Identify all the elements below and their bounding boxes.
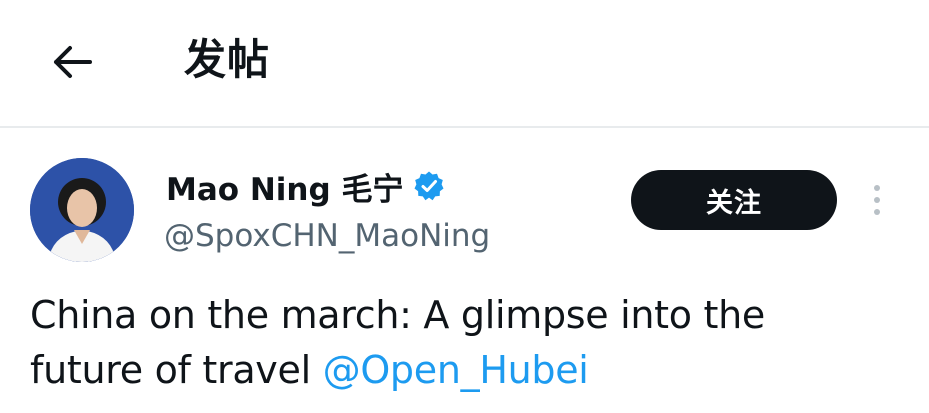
- author-handle[interactable]: @SpoxCHN_MaoNing: [164, 214, 490, 258]
- verified-badge-icon: [414, 171, 444, 201]
- tweet-text-line-2-body: future of travel: [30, 348, 311, 392]
- more-dot: [874, 197, 880, 203]
- mention-link[interactable]: @Open_Hubei: [323, 348, 589, 392]
- more-dot: [874, 185, 880, 191]
- more-dot: [874, 209, 880, 215]
- top-bar: 发帖: [0, 0, 929, 126]
- author-name-row[interactable]: Mao Ning 毛宁: [166, 164, 445, 208]
- page-title: 发帖: [184, 35, 271, 84]
- tweet-text-line-1: China on the march: A glimpse into the: [30, 293, 765, 337]
- arrow-left-icon: [54, 46, 92, 78]
- tweet: Mao Ning 毛宁 @SpoxCHN_MaoNing 关注 China on…: [0, 128, 929, 413]
- avatar-portrait-icon: [30, 158, 134, 262]
- tweet-text-line-2: future of travel @Open_Hubei: [30, 343, 910, 398]
- display-name: Mao Ning 毛宁: [166, 171, 404, 208]
- back-button[interactable]: [44, 34, 100, 90]
- avatar[interactable]: [30, 158, 134, 262]
- more-vertical-icon[interactable]: [862, 178, 892, 222]
- tweet-text: China on the march: A glimpse into the f…: [30, 288, 910, 398]
- follow-button[interactable]: 关注: [631, 170, 837, 230]
